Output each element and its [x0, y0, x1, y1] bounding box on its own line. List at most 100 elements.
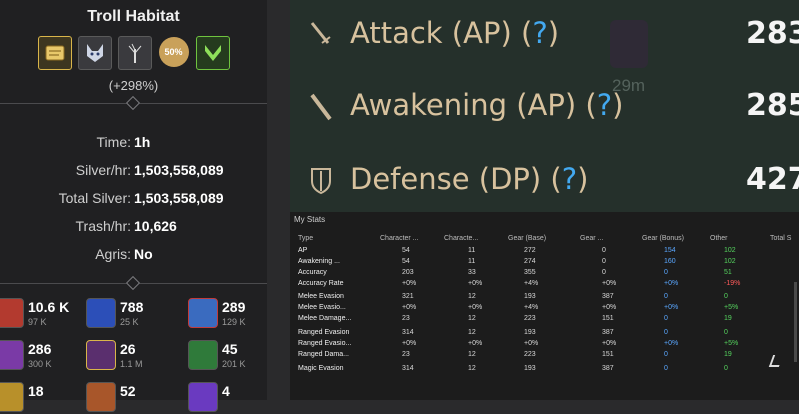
- row-cell: +0%: [602, 280, 617, 287]
- row-cell: 0: [724, 329, 728, 336]
- blue-shard-icon: [188, 298, 218, 328]
- row-cell: 0: [602, 247, 606, 254]
- awakening-label: Awakening (AP) (?): [350, 88, 624, 122]
- row-type: Ranged Dama...: [298, 351, 349, 358]
- row-cell: 387: [602, 293, 614, 300]
- row-cell: 193: [524, 293, 536, 300]
- loot-summary-panel: Troll Habitat 50% (+298%) Time: 1h Silve…: [0, 0, 267, 412]
- material-qty: 45: [222, 341, 238, 357]
- defense-help-icon[interactable]: ?: [562, 162, 577, 196]
- green-leaf-icon: [188, 340, 218, 370]
- row-cell: +0%: [602, 340, 617, 347]
- blue-rune-icon: [86, 298, 116, 328]
- row-cell: 102: [724, 258, 736, 265]
- blade-icon: [308, 91, 334, 121]
- stat-label: Trash/hr:: [75, 218, 132, 234]
- row-type: Accuracy Rate: [298, 280, 344, 287]
- col-header-gear[interactable]: Gear ...: [580, 235, 603, 242]
- my-stats-title: My Stats: [294, 215, 326, 224]
- row-cell: 0: [664, 351, 668, 358]
- row-cell: 387: [602, 329, 614, 336]
- row-cell: 274: [524, 258, 536, 265]
- attack-help-icon[interactable]: ?: [532, 16, 547, 50]
- row-cell: 0: [664, 365, 668, 372]
- stat-label: Total Silver:: [58, 190, 131, 206]
- row-cell: 0: [664, 329, 668, 336]
- material-sub: 129 K: [222, 317, 246, 327]
- row-cell: +5%: [724, 340, 739, 347]
- table-row: Melee Damage... 23 12 223 151 0 19: [298, 315, 793, 327]
- stat-value: 1,503,558,089: [134, 162, 224, 178]
- col-header-total[interactable]: Total S: [770, 235, 791, 242]
- row-cell: 0: [602, 269, 606, 276]
- col-header-type[interactable]: Type: [298, 235, 313, 242]
- table-scrollbar[interactable]: [794, 282, 797, 362]
- col-header-gear-bonus[interactable]: Gear (Bonus): [642, 235, 684, 242]
- stat-value: 1h: [134, 134, 151, 150]
- violet-gem-icon: [188, 382, 218, 412]
- scroll-buff-icon[interactable]: [37, 36, 72, 70]
- row-cell: +0%: [664, 340, 679, 347]
- defense-stat-row: Defense (DP) (?) 427: [290, 150, 799, 210]
- bonus-percent: (+298%): [108, 78, 159, 93]
- stat-label: Time:: [96, 134, 131, 150]
- red-crystal-icon: [0, 298, 24, 328]
- table-row: Magic Evasion 314 12 193 387 0 0: [298, 365, 793, 377]
- awakening-help-icon[interactable]: ?: [597, 88, 612, 122]
- row-cell: -19%: [724, 280, 741, 287]
- sword-icon: [308, 19, 334, 49]
- row-cell: 0: [724, 365, 728, 372]
- agris-buff-icon[interactable]: [195, 36, 230, 70]
- row-cell: +5%: [724, 304, 739, 311]
- wolf-pet-icon[interactable]: [77, 36, 112, 70]
- row-cell: 54: [402, 258, 410, 265]
- row-cell: 51: [724, 269, 732, 276]
- tree-buff-icon[interactable]: [117, 36, 152, 70]
- row-cell: 314: [402, 329, 414, 336]
- row-cell: 272: [524, 247, 536, 254]
- row-type: Melee Damage...: [298, 315, 352, 322]
- table-row: Ranged Dama... 23 12 223 151 0 19: [298, 351, 793, 363]
- row-cell: 0: [724, 293, 728, 300]
- defense-value: 427: [746, 162, 799, 197]
- drop-rate-label: 50%: [158, 37, 189, 67]
- row-cell: 23: [402, 315, 410, 322]
- row-cell: +0%: [468, 280, 483, 287]
- row-cell: +4%: [524, 280, 539, 287]
- row-cell: 33: [468, 269, 476, 276]
- material-qty: 286: [28, 341, 52, 357]
- defense-label: Defense (DP) (?): [350, 162, 589, 196]
- drop-rate-buff-icon[interactable]: 50%: [158, 36, 190, 68]
- stat-label: Silver/hr:: [75, 162, 131, 178]
- divider-bottom: [0, 275, 267, 291]
- row-cell: 151: [602, 351, 614, 358]
- row-cell: 19: [724, 351, 732, 358]
- row-cell: 0: [664, 315, 668, 322]
- row-cell: 102: [724, 247, 736, 254]
- orange-orb-icon: [86, 382, 116, 412]
- col-header-character-1[interactable]: Character ...: [380, 235, 419, 242]
- material-qty: 788: [120, 299, 144, 315]
- row-cell: +0%: [468, 304, 483, 311]
- col-header-other[interactable]: Other: [710, 235, 728, 242]
- row-cell: +0%: [664, 304, 679, 311]
- divider-diamond-icon: [125, 95, 141, 111]
- row-type: Awakening ...: [298, 258, 340, 265]
- row-cell: +0%: [402, 304, 417, 311]
- row-cell: +0%: [402, 280, 417, 287]
- awakening-label-text: Awakening (AP): [350, 88, 577, 122]
- row-cell: 314: [402, 365, 414, 372]
- material-sub: 300 K: [28, 359, 52, 369]
- purple-crystal-icon: [0, 340, 24, 370]
- row-cell: 12: [468, 293, 476, 300]
- row-type: Melee Evasion: [298, 293, 344, 300]
- col-header-character-2[interactable]: Characte...: [444, 235, 478, 242]
- col-header-gear-base[interactable]: Gear (Base): [508, 235, 546, 242]
- row-type: Magic Evasion: [298, 365, 344, 372]
- material-qty: 18: [28, 383, 44, 399]
- defense-label-text: Defense (DP): [350, 162, 542, 196]
- buff-bar: 50%: [0, 36, 267, 70]
- stat-value: No: [134, 246, 153, 262]
- row-cell: 12: [468, 329, 476, 336]
- row-cell: 23: [402, 351, 410, 358]
